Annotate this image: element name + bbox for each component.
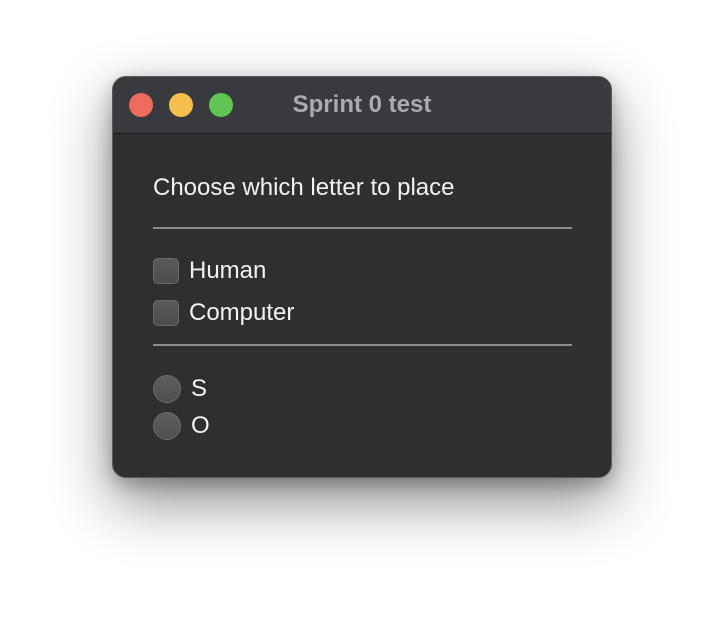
window-content: Choose which letter to place Human Compu…	[113, 134, 611, 477]
letter-s-label: S	[191, 375, 208, 402]
letter-s-radio[interactable]	[153, 375, 181, 403]
letter-o-label: O	[191, 412, 210, 439]
separator-bottom	[153, 344, 572, 346]
window-title: Sprint 0 test	[292, 91, 432, 118]
human-checkbox-option[interactable]: Human	[153, 256, 266, 286]
computer-label: Computer	[189, 299, 295, 326]
separator-top	[153, 227, 572, 229]
app-window: Sprint 0 test Choose which letter to pla…	[112, 76, 612, 478]
human-checkbox[interactable]	[153, 258, 179, 284]
computer-checkbox-option[interactable]: Computer	[153, 298, 294, 328]
letter-o-radio[interactable]	[153, 412, 181, 440]
letter-s-radio-option[interactable]: S	[153, 374, 207, 404]
letter-o-radio-option[interactable]: O	[153, 411, 210, 441]
computer-checkbox[interactable]	[153, 300, 179, 326]
instruction-heading: Choose which letter to place	[153, 174, 455, 201]
human-label: Human	[189, 257, 267, 284]
title-bar[interactable]: Sprint 0 test	[113, 77, 611, 134]
